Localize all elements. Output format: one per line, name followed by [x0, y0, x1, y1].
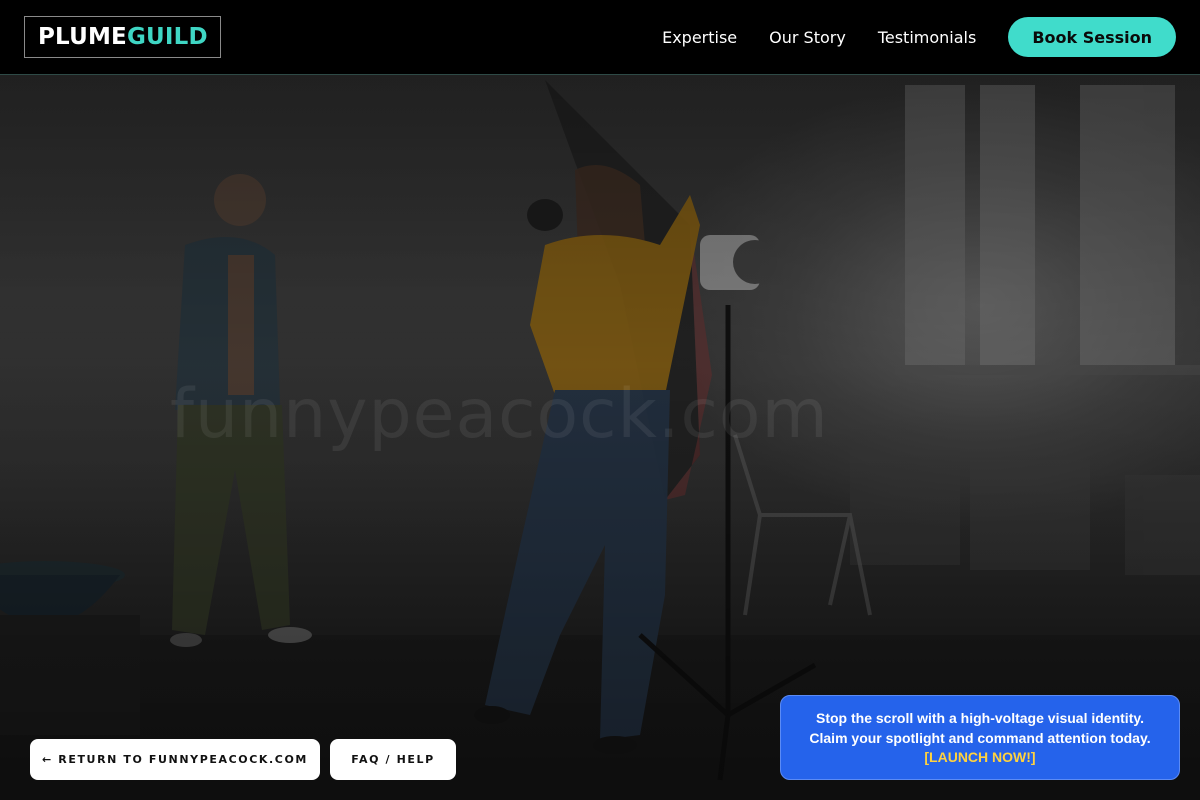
promo-line-2: Claim your spotlight and command attenti… — [809, 730, 1151, 746]
watermark-text: funnypeacock.com — [170, 375, 829, 454]
site-header: PLUME GUILD Expertise Our Story Testimoni… — [0, 0, 1200, 75]
nav-link-testimonials[interactable]: Testimonials — [878, 28, 977, 47]
nav-link-expertise[interactable]: Expertise — [662, 28, 737, 47]
faq-help-button[interactable]: FAQ / HELP — [330, 739, 456, 780]
logo-text-accent: GUILD — [126, 24, 208, 50]
hero-photo-background: funnypeacock.com — [0, 75, 1200, 800]
promo-banner[interactable]: Stop the scroll with a high-voltage visu… — [780, 695, 1180, 780]
promo-line-1: Stop the scroll with a high-voltage visu… — [815, 710, 1144, 726]
logo-text-primary: PLUME — [38, 24, 127, 50]
return-to-site-button[interactable]: ← RETURN TO FUNNYPEACOCK.COM — [30, 739, 320, 780]
nav-link-our-story[interactable]: Our Story — [769, 28, 846, 47]
main-nav: Expertise Our Story Testimonials Book Se… — [662, 17, 1176, 57]
site-logo[interactable]: PLUME GUILD — [24, 16, 221, 58]
promo-launch-link[interactable]: [LAUNCH NOW!] — [924, 748, 1035, 767]
book-session-button[interactable]: Book Session — [1008, 17, 1176, 57]
